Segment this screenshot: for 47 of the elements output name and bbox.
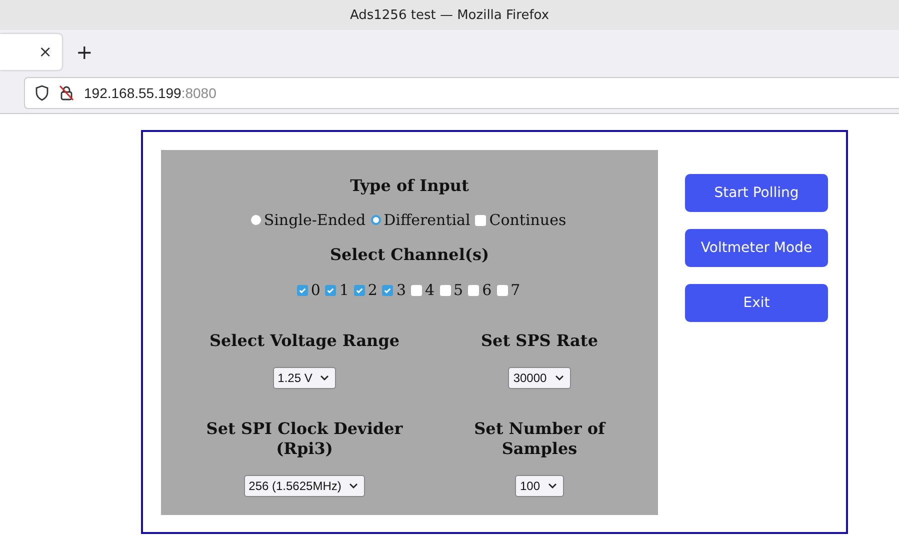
setting-heading: Set SPI Clock Devider (Rpi3): [205, 419, 404, 459]
checkbox[interactable]: [382, 284, 394, 296]
dropdown[interactable]: 1.25 V: [272, 367, 336, 389]
channel-label: 0: [310, 281, 320, 299]
window-title: Ads1256 test — Mozilla Firefox: [350, 8, 550, 22]
section-heading: Type of Input: [350, 176, 469, 196]
dropdown[interactable]: 100: [514, 475, 564, 497]
setting-heading: Set SPS Rate: [480, 331, 598, 351]
close-tab-button[interactable]: ×: [34, 42, 56, 61]
checkbox[interactable]: [354, 284, 365, 296]
checkbox[interactable]: [475, 214, 486, 226]
dropdown[interactable]: 30000: [508, 367, 571, 389]
chevron-down-icon: [548, 483, 558, 489]
checkbox[interactable]: [411, 284, 422, 296]
channel-label: 7: [510, 281, 520, 299]
action-button[interactable]: Start Polling: [685, 174, 828, 212]
checkbox[interactable]: [468, 284, 480, 296]
channel-label: 4: [425, 281, 435, 299]
section-heading: Select Channel(s): [330, 245, 490, 265]
radio-button[interactable]: [250, 215, 261, 225]
option-label: Continues: [489, 211, 566, 229]
channel-label: 6: [482, 281, 492, 299]
checkbox[interactable]: [325, 284, 336, 296]
checkbox[interactable]: [496, 284, 508, 296]
checkbox[interactable]: [440, 284, 451, 296]
channel-label: 1: [339, 281, 349, 299]
action-button[interactable]: Voltmeter Mode: [685, 229, 828, 267]
new-tab-button[interactable]: +: [76, 40, 93, 64]
channel-label: 2: [368, 281, 378, 299]
checkbox[interactable]: [296, 284, 308, 296]
chevron-down-icon: [320, 375, 330, 381]
shield-icon[interactable]: [35, 85, 49, 101]
option-label: Differential: [384, 211, 470, 229]
action-button[interactable]: Exit: [685, 284, 828, 322]
insecure-lock-icon[interactable]: [59, 85, 74, 101]
address-bar[interactable]: 192.168.55.199:8080: [24, 77, 899, 109]
radio-button[interactable]: [370, 215, 381, 225]
channel-label: 5: [454, 281, 464, 299]
setting-heading: Set Number of Samples: [473, 419, 607, 459]
chevron-down-icon: [554, 375, 564, 381]
setting-heading: Select Voltage Range: [209, 331, 400, 351]
url-text: 192.168.55.199:8080: [84, 85, 216, 101]
browser-tab[interactable]: ×: [0, 34, 62, 70]
channel-label: 3: [396, 281, 406, 299]
dropdown[interactable]: 256 (1.5625MHz): [244, 475, 366, 497]
option-label: Single-Ended: [264, 211, 366, 229]
chevron-down-icon: [349, 483, 358, 489]
